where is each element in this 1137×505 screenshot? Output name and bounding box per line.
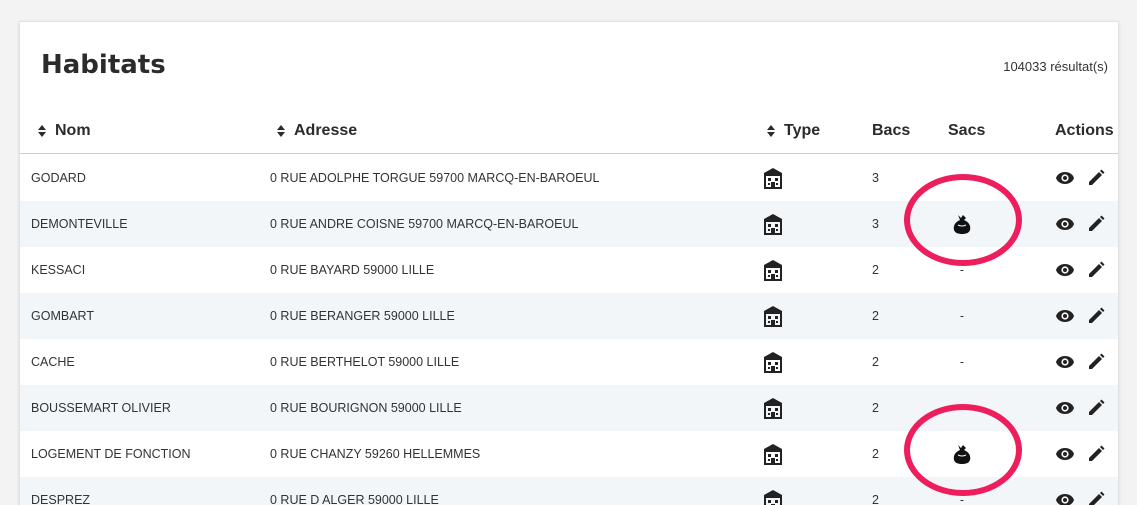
- sacs-value: -: [959, 355, 965, 369]
- column-header-actions: Actions: [1055, 122, 1114, 140]
- edit-icon[interactable]: [1087, 215, 1105, 233]
- building-icon: [763, 259, 783, 281]
- cell-nom: GOMBART: [31, 309, 94, 323]
- cell-bacs: 3: [872, 171, 879, 185]
- cell-actions: [1055, 431, 1105, 477]
- column-header-type[interactable]: Type: [766, 122, 820, 140]
- cell-actions: [1055, 293, 1105, 339]
- building-icon: [763, 213, 783, 235]
- column-label: Actions: [1055, 122, 1114, 139]
- cell-nom: DEMONTEVILLE: [31, 217, 128, 231]
- edit-icon[interactable]: [1087, 261, 1105, 279]
- cell-type: [763, 155, 783, 201]
- sort-icon[interactable]: [276, 124, 286, 138]
- cell-actions: [1055, 247, 1105, 293]
- cell-type: [763, 339, 783, 385]
- cell-sacs: -: [942, 293, 982, 339]
- edit-icon[interactable]: [1087, 399, 1105, 417]
- cell-type: [763, 431, 783, 477]
- cell-nom: BOUSSEMART OLIVIER: [31, 401, 171, 415]
- view-icon[interactable]: [1055, 217, 1075, 231]
- table-row[interactable]: CACHE 0 RUE BERTHELOT 59000 LILLE 2 -: [20, 339, 1118, 385]
- cell-actions: [1055, 385, 1105, 431]
- cell-nom: DESPREZ: [31, 493, 91, 505]
- edit-icon[interactable]: [1087, 353, 1105, 371]
- sacs-value: -: [959, 309, 965, 323]
- cell-type: [763, 385, 783, 431]
- cell-type: [763, 201, 783, 247]
- building-icon: [763, 167, 783, 189]
- column-label: Adresse: [294, 122, 358, 139]
- column-label: Bacs: [872, 122, 911, 139]
- cell-adresse: 0 RUE BAYARD 59000 LILLE: [270, 263, 435, 277]
- cell-nom: CACHE: [31, 355, 75, 369]
- cell-type: [763, 293, 783, 339]
- column-header-bacs: Bacs: [872, 122, 910, 140]
- cell-adresse: 0 RUE BERANGER 59000 LILLE: [270, 309, 455, 323]
- column-header-nom[interactable]: Nom: [37, 122, 91, 140]
- view-icon[interactable]: [1055, 263, 1075, 277]
- cell-nom: GODARD: [31, 171, 86, 185]
- table-header: Nom Adresse Type Bacs Sacs Actions: [20, 114, 1118, 154]
- view-icon[interactable]: [1055, 171, 1075, 185]
- cell-bacs: 3: [872, 217, 879, 231]
- table-row[interactable]: GOMBART 0 RUE BERANGER 59000 LILLE 2 -: [20, 293, 1118, 339]
- sort-icon[interactable]: [766, 124, 776, 138]
- cell-nom: LOGEMENT DE FONCTION: [31, 447, 191, 461]
- building-icon: [763, 305, 783, 327]
- edit-icon[interactable]: [1087, 307, 1105, 325]
- cell-bacs: 2: [872, 355, 879, 369]
- building-icon: [763, 351, 783, 373]
- cell-type: [763, 247, 783, 293]
- column-label: Type: [784, 122, 821, 139]
- cell-actions: [1055, 155, 1105, 201]
- building-icon: [763, 489, 783, 505]
- habitats-card: Habitats 104033 résultat(s) Nom Adresse …: [19, 21, 1119, 505]
- view-icon[interactable]: [1055, 355, 1075, 369]
- annotation-circle: [904, 174, 1022, 266]
- result-count: 104033 résultat(s): [1003, 59, 1108, 74]
- cell-actions: [1055, 339, 1105, 385]
- cell-bacs: 2: [872, 447, 879, 461]
- view-icon[interactable]: [1055, 401, 1075, 415]
- building-icon: [763, 397, 783, 419]
- column-label: Nom: [55, 122, 91, 139]
- column-header-adresse[interactable]: Adresse: [276, 122, 357, 140]
- cell-type: [763, 477, 783, 505]
- edit-icon[interactable]: [1087, 169, 1105, 187]
- building-icon: [763, 443, 783, 465]
- cell-actions: [1055, 201, 1105, 247]
- cell-adresse: 0 RUE BERTHELOT 59000 LILLE: [270, 355, 460, 369]
- cell-adresse: 0 RUE ADOLPHE TORGUE 59700 MARCQ-EN-BARO…: [270, 171, 600, 185]
- column-label: Sacs: [948, 122, 986, 139]
- column-header-sacs: Sacs: [948, 122, 985, 140]
- view-icon[interactable]: [1055, 493, 1075, 505]
- cell-adresse: 0 RUE BOURIGNON 59000 LILLE: [270, 401, 462, 415]
- cell-adresse: 0 RUE ANDRE COISNE 59700 MARCQ-EN-BAROEU…: [270, 217, 579, 231]
- cell-actions: [1055, 477, 1105, 505]
- cell-bacs: 2: [872, 309, 879, 323]
- cell-nom: KESSACI: [31, 263, 86, 277]
- cell-bacs: 2: [872, 493, 879, 505]
- sort-icon[interactable]: [37, 124, 47, 138]
- edit-icon[interactable]: [1087, 445, 1105, 463]
- cell-bacs: 2: [872, 401, 879, 415]
- view-icon[interactable]: [1055, 309, 1075, 323]
- cell-adresse: 0 RUE CHANZY 59260 HELLEMMES: [270, 447, 481, 461]
- cell-adresse: 0 RUE D ALGER 59000 LILLE: [270, 493, 439, 505]
- cell-bacs: 2: [872, 263, 879, 277]
- edit-icon[interactable]: [1087, 491, 1105, 505]
- cell-sacs: -: [942, 339, 982, 385]
- annotation-circle: [904, 404, 1022, 496]
- view-icon[interactable]: [1055, 447, 1075, 461]
- page-title: Habitats: [41, 50, 166, 80]
